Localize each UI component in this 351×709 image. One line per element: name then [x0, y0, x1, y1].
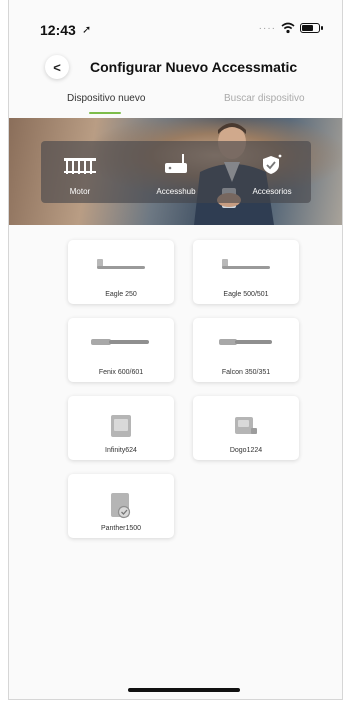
sliding-gate-motor-icon	[235, 417, 257, 434]
linear-actuator-icon	[219, 339, 272, 345]
home-indicator[interactable]	[128, 688, 240, 692]
status-bar: 12:43 ➚ ····	[9, 0, 342, 52]
device-label: Eagle 500/501	[223, 291, 269, 298]
device-label: Dogo1224	[229, 447, 263, 454]
tab-bar: Dispositivo nuevo Buscar dispositivo	[9, 90, 342, 118]
tab-buscar-dispositivo[interactable]: Buscar dispositivo	[224, 93, 305, 104]
device-card-eagle-500-501[interactable]: Eagle 500/501	[193, 240, 299, 304]
battery-icon	[300, 23, 323, 33]
active-tab-indicator	[89, 112, 121, 114]
category-accesorios[interactable]: Accesorios	[237, 141, 307, 203]
device-card-panther1500[interactable]: Panther1500	[68, 474, 174, 538]
wifi-icon	[281, 22, 295, 34]
device-label: Panther1500	[100, 525, 142, 532]
category-motor[interactable]: Motor	[45, 141, 115, 203]
system-icons: ····	[258, 22, 323, 34]
tab-dispositivo-nuevo[interactable]: Dispositivo nuevo	[67, 93, 145, 104]
signal-dots-icon: ····	[258, 22, 276, 34]
category-accesshub[interactable]: Accesshub	[141, 141, 211, 203]
device-label: Infinity624	[105, 447, 137, 454]
status-time: 12:43	[40, 22, 76, 38]
heavy-sliding-motor-icon	[111, 493, 131, 519]
category-label: Accesshub	[156, 187, 196, 196]
hero-banner: Motor Accesshub Accesorios	[9, 118, 342, 225]
device-label: Falcon 350/351	[221, 369, 271, 376]
phone-screen: 12:43 ➚ ···· < Configurar Nuevo Accessma…	[8, 0, 343, 700]
device-card-eagle-250[interactable]: Eagle 250	[68, 240, 174, 304]
back-button[interactable]: <	[45, 55, 69, 79]
category-label: Accesorios	[252, 187, 292, 196]
device-label: Eagle 250	[105, 291, 137, 298]
category-label: Motor	[69, 187, 91, 196]
category-panel: Motor Accesshub Accesorios	[41, 141, 311, 203]
device-card-falcon-350-351[interactable]: Falcon 350/351	[193, 318, 299, 382]
device-label: Fenix 600/601	[98, 369, 144, 376]
sliding-gate-motor-icon	[111, 415, 131, 437]
device-card-fenix-600-601[interactable]: Fenix 600/601	[68, 318, 174, 382]
hub-device-icon	[165, 154, 187, 173]
location-arrow-icon: ➚	[82, 24, 92, 36]
chevron-left-icon: <	[53, 59, 61, 75]
app-header: < Configurar Nuevo Accessmatic	[9, 52, 342, 82]
swing-arm-motor-icon	[97, 259, 145, 269]
linear-actuator-icon	[91, 339, 149, 345]
device-card-dogo1224[interactable]: Dogo1224	[193, 396, 299, 460]
page-title: Configurar Nuevo Accessmatic	[90, 59, 298, 75]
gate-motor-icon	[64, 158, 96, 174]
device-card-infinity624[interactable]: Infinity624	[68, 396, 174, 460]
shield-accessory-icon	[263, 154, 282, 174]
swing-arm-motor-icon	[222, 259, 270, 269]
